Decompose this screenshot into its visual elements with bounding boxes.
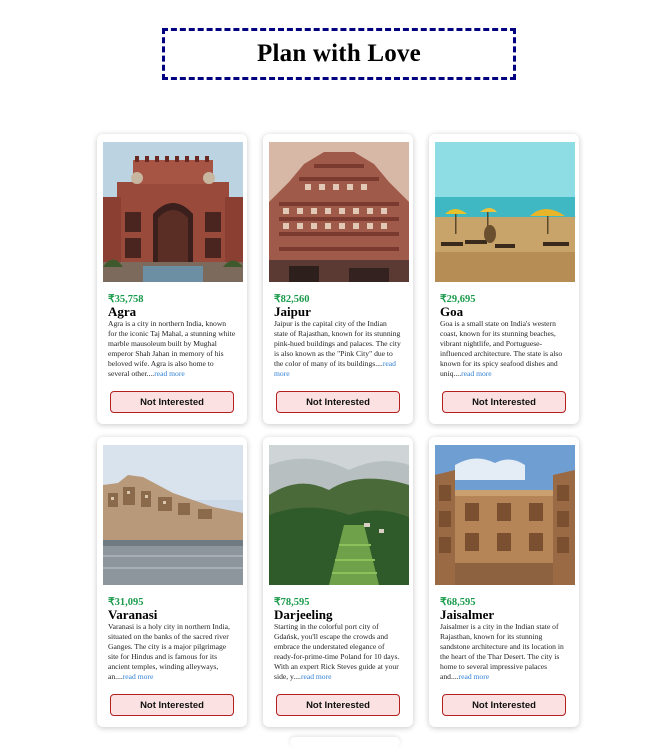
tour-description: Agra is a city in northern India, known … (108, 319, 236, 378)
not-interested-button[interactable]: Not Interested (110, 694, 234, 716)
tour-card-jaisalmer: ₹68,595 Jaisalmer Jaisalmer is a city in… (429, 437, 579, 727)
not-interested-button[interactable]: Not Interested (276, 694, 400, 716)
tour-description: Jaipur is the capital city of the Indian… (274, 319, 402, 378)
tour-image-darjeeling (269, 445, 409, 585)
tour-description: Varanasi is a holy city in northern Indi… (108, 622, 236, 681)
not-interested-button[interactable]: Not Interested (110, 391, 234, 413)
tour-name: Jaipur (274, 304, 311, 319)
tour-card-agra: ₹35,758 Agra Agra is a city in northern … (97, 134, 247, 424)
tour-name: Darjeeling (274, 607, 333, 622)
tour-info-text: Starting in the colorful port city of Gd… (274, 622, 400, 681)
read-more-link[interactable]: read more (154, 369, 185, 378)
page-title-box: Plan with Love (162, 28, 516, 80)
tour-card-partial (290, 737, 400, 747)
tour-name: Varanasi (108, 607, 158, 622)
page-title: Plan with Love (257, 40, 421, 67)
read-more-link[interactable]: read more (123, 672, 154, 681)
tour-name: Jaisalmer (440, 607, 495, 622)
tour-card-goa: ₹29,695 Goa Goa is a small state on Indi… (429, 134, 579, 424)
read-more-link[interactable]: read more (459, 672, 490, 681)
tour-card-darjeeling: ₹78,595 Darjeeling Starting in the color… (263, 437, 413, 727)
tour-image-agra (103, 142, 243, 282)
tour-card-jaipur: ₹82,560 Jaipur Jaipur is the capital cit… (263, 134, 413, 424)
not-interested-button[interactable]: Not Interested (442, 391, 566, 413)
tour-image-jaisalmer (435, 445, 575, 585)
not-interested-button[interactable]: Not Interested (442, 694, 566, 716)
tour-description: Jaisalmer is a city in the Indian state … (440, 622, 568, 681)
tour-name: Goa (440, 304, 464, 319)
tour-image-jaipur (269, 142, 409, 282)
tour-image-varanasi (103, 445, 243, 585)
tour-image-goa (435, 142, 575, 282)
tour-info-text: Jaipur is the capital city of the Indian… (274, 319, 401, 368)
read-more-link[interactable]: read more (301, 672, 332, 681)
tour-info-text: Goa is a small state on India's western … (440, 319, 563, 378)
read-more-link[interactable]: read more (461, 369, 492, 378)
not-interested-button[interactable]: Not Interested (276, 391, 400, 413)
tour-name: Agra (108, 304, 137, 319)
tour-card-varanasi: ₹31,095 Varanasi Varanasi is a holy city… (97, 437, 247, 727)
tour-description: Goa is a small state on India's western … (440, 319, 568, 378)
tour-description: Starting in the colorful port city of Gd… (274, 622, 402, 681)
